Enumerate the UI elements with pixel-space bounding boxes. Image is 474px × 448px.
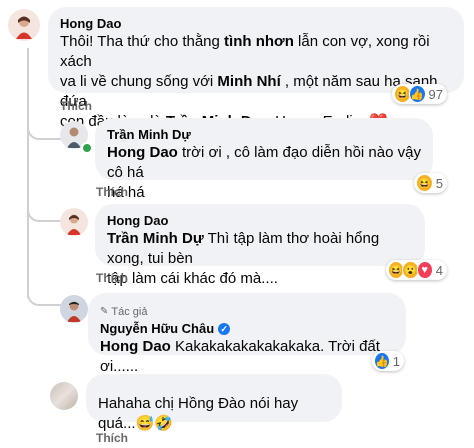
author-badge: ✎ Tác giả: [100, 305, 148, 318]
comment-author[interactable]: Hong Dao: [107, 212, 413, 229]
mention[interactable]: Hong Dao: [100, 338, 171, 355]
avatar[interactable]: [60, 295, 88, 323]
avatar[interactable]: [8, 9, 40, 41]
like-button[interactable]: Thích: [96, 271, 128, 285]
avatar-blurred[interactable]: [50, 382, 78, 410]
comment-bubble: Hong Dao Thôi! Tha thứ cho thằng tình nh…: [48, 7, 464, 130]
like-button[interactable]: Thích: [96, 431, 128, 445]
comment-bubble: Trần Minh Dự Hong Dao trời ơi , cô làm đ…: [95, 118, 433, 201]
comment-text: Trần Minh Dự Thì tập làm thơ hoài hổng x…: [107, 230, 380, 287]
comment-bubble: Hong Dao Trần Minh Dự Thì tập làm thơ ho…: [95, 204, 425, 287]
thread-line: [27, 48, 29, 298]
like-icon: 👍: [374, 352, 390, 370]
comment-text: Thôi! Tha thứ cho thằng tình nhơn lẫn co…: [60, 32, 452, 132]
thread-line-curve: [27, 124, 63, 140]
thread-line-curve: [27, 290, 63, 306]
haha-icon: 😆: [416, 174, 433, 192]
author-badge-icon: ✎: [100, 306, 109, 317]
avatar[interactable]: [60, 208, 88, 236]
thread-line-curve: [27, 206, 63, 222]
comment-author[interactable]: Hong Dao: [60, 15, 452, 32]
online-status-icon: [81, 142, 93, 154]
mention[interactable]: Trần Minh Dự: [107, 230, 204, 247]
reaction-summary[interactable]: 👍 1: [372, 351, 404, 371]
reaction-count: 5: [435, 175, 443, 191]
comment-author[interactable]: Nguyễn Hữu Châu ✓: [100, 320, 394, 337]
reaction-summary[interactable]: 😆 5: [414, 173, 447, 193]
mention[interactable]: Hong Dao: [107, 144, 178, 161]
reaction-summary[interactable]: 😆 👍 97: [392, 84, 447, 104]
comment-bubble: ✎ Tác giả Nguyễn Hữu Châu ✓ Hong Dao Kakak…: [88, 293, 406, 375]
laugh-emoji: 😅🤣: [135, 415, 173, 432]
like-button[interactable]: Thích: [96, 185, 128, 199]
reaction-count: 1: [392, 353, 400, 369]
like-icon: 👍: [408, 85, 426, 103]
like-button[interactable]: Thích: [60, 99, 92, 113]
comment-text: Hahaha chị Hồng Đào nói hay quá...😅🤣: [98, 395, 299, 432]
comment-text: Hong Dao trời ơi , cô làm đạo diễn hồi n…: [107, 144, 421, 201]
mention[interactable]: Minh Nhí: [217, 73, 280, 90]
comment-bubble: Hahaha chị Hồng Đào nói hay quá...😅🤣: [86, 374, 342, 432]
love-icon: ♥: [416, 261, 433, 279]
comment-text: Hong Dao Kakakakakakakakaka. Trời đất ơi…: [100, 337, 380, 375]
reaction-count: 4: [435, 262, 443, 278]
reaction-count: 97: [428, 86, 443, 102]
verified-icon: ✓: [218, 323, 231, 336]
reaction-summary[interactable]: 😆 😮 ♥ 4: [386, 260, 447, 280]
comment-author[interactable]: Trần Minh Dự: [107, 126, 421, 143]
mention[interactable]: tình nhơn: [224, 33, 294, 50]
